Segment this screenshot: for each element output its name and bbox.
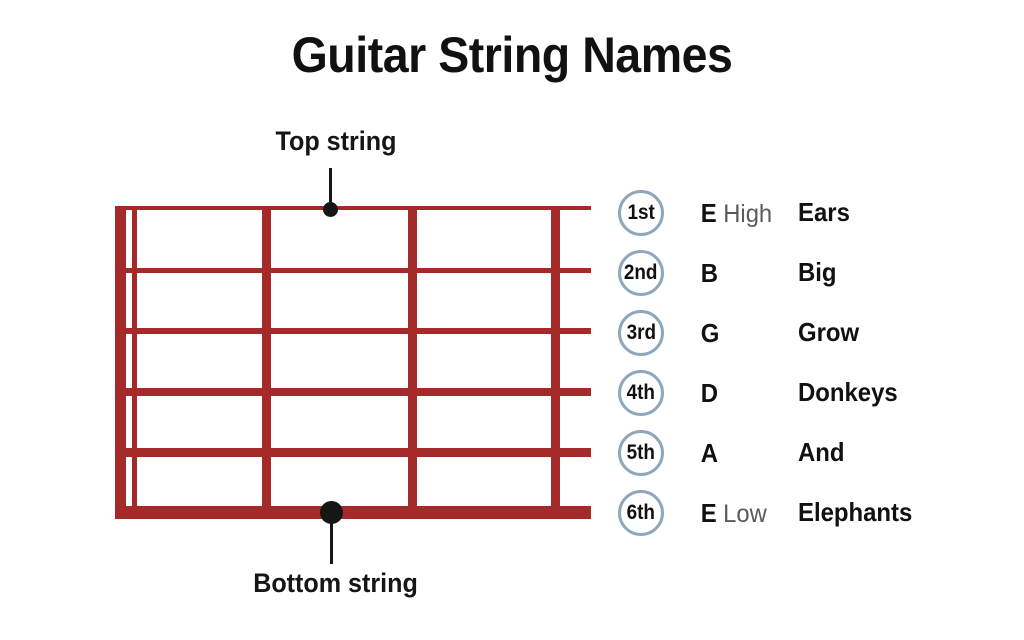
bottom-string-callout-line [330,518,333,564]
string-mnemonic-word: Ears [798,197,850,227]
string-note-qualifier: Low [723,500,768,528]
string-ordinal-badge: 6th [618,490,664,536]
string-mnemonic-word: Grow [798,317,860,347]
string-note-cell: A [700,438,724,469]
string-ordinal-label: 5th [626,440,656,464]
fret-line-1 [132,206,137,519]
string-ordinal-label: 6th [626,500,656,524]
string-note-cell: B [700,258,724,289]
string-mnemonic-word: And [798,437,845,467]
fret-line-3 [408,206,417,519]
string-note-qualifier: High [723,200,773,228]
string-note-letter: E [700,198,717,228]
string-mnemonic-word: Elephants [798,497,913,527]
fretboard-nut [115,206,126,519]
fret-line-4 [551,206,560,519]
legend-row: 4th D Donkeys [618,366,1018,426]
string-ordinal-badge: 4th [618,370,664,416]
string-ordinal-badge: 2nd [618,250,664,296]
top-string-callout-dot [323,202,338,217]
string-legend: 1st E High Ears 2nd B Big 3rd G Grow 4th … [618,186,1018,546]
guitar-string-5 [115,448,591,457]
string-ordinal-badge: 1st [618,190,664,236]
legend-row: 6th E Low Elephants [618,486,1018,546]
legend-row: 5th A And [618,426,1018,486]
guitar-string-6 [115,506,591,519]
string-note-letter: G [700,318,720,348]
legend-row: 3rd G Grow [618,306,1018,366]
legend-row: 1st E High Ears [618,186,1018,246]
string-mnemonic-word: Donkeys [798,377,898,407]
string-note-letter: D [700,378,719,408]
guitar-string-1 [115,206,591,210]
string-ordinal-label: 2nd [624,260,658,284]
string-note-letter: E [700,498,717,528]
guitar-string-4 [115,388,591,396]
string-ordinal-badge: 5th [618,430,664,476]
string-note-cell: E High [700,198,774,229]
string-mnemonic-word: Big [798,257,837,287]
top-string-callout-label: Top string [275,126,397,156]
string-note-cell: G [700,318,725,349]
bottom-string-callout-label: Bottom string [253,568,418,598]
string-ordinal-label: 1st [627,200,655,224]
string-ordinal-label: 4th [626,380,656,404]
string-ordinal-badge: 3rd [618,310,664,356]
guitar-fretboard-diagram: Top string Bottom string [0,0,620,640]
string-ordinal-label: 3rd [626,320,656,344]
string-note-cell: E Low [700,498,768,529]
fret-line-2 [262,206,271,519]
string-note-cell: D [700,378,724,409]
legend-row: 2nd B Big [618,246,1018,306]
string-note-letter: A [700,438,719,468]
string-note-letter: B [700,258,719,288]
guitar-string-2 [115,268,591,273]
guitar-string-3 [115,328,591,334]
